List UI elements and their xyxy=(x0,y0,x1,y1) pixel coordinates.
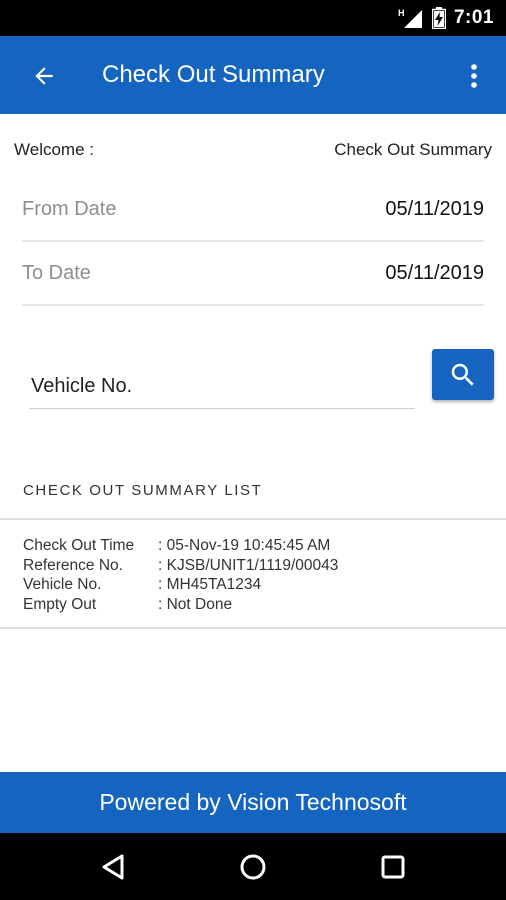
search-button[interactable] xyxy=(432,349,494,400)
welcome-row: Welcome : Check Out Summary xyxy=(14,140,492,164)
overflow-menu-button[interactable] xyxy=(462,56,486,96)
check-out-time-label: Check Out Time xyxy=(23,537,135,554)
app-bar: Check Out Summary xyxy=(0,36,506,114)
nav-recents-icon xyxy=(381,855,405,879)
search-icon xyxy=(451,363,474,386)
status-time: 7:01 xyxy=(453,7,494,28)
nav-recents-button[interactable] xyxy=(373,847,413,887)
nav-back-button[interactable] xyxy=(93,847,133,887)
vehicle-number-input[interactable] xyxy=(29,365,415,409)
to-date-field[interactable]: To Date 05/11/2019 xyxy=(22,242,484,306)
signal-icon: H xyxy=(398,8,422,28)
check-out-time-value: : 05-Nov-19 10:45:45 AM xyxy=(158,537,331,554)
list-divider-bottom xyxy=(0,627,506,629)
more-vertical-icon xyxy=(471,64,477,88)
status-icons: H 7:01 xyxy=(398,0,494,36)
to-date-label: To Date xyxy=(22,261,91,284)
record-row-empty-out: Empty Out : Not Done xyxy=(23,595,493,615)
list-divider-top xyxy=(0,518,506,520)
list-item[interactable]: Check Out Time : 05-Nov-19 10:45:45 AM R… xyxy=(23,536,493,615)
back-button[interactable] xyxy=(26,58,62,94)
nav-home-button[interactable] xyxy=(233,847,273,887)
footer-banner: Powered by Vision Technosoft xyxy=(0,772,506,833)
network-type-label: H xyxy=(398,8,405,18)
page-title: Check Out Summary xyxy=(102,61,325,88)
battery-charging-icon xyxy=(431,7,446,29)
nav-back-icon xyxy=(102,854,124,880)
footer-text: Powered by Vision Technosoft xyxy=(99,789,407,815)
screen-name-label: Check Out Summary xyxy=(334,140,492,159)
empty-out-value: : Not Done xyxy=(158,596,233,614)
record-row-vehicle-no: Vehicle No. : MH45TA1234 xyxy=(23,575,493,595)
nav-home-icon xyxy=(240,854,266,880)
reference-no-value: : KJSB/UNIT1/1119/00043 xyxy=(158,556,339,574)
list-header: CHECK OUT SUMMARY LIST xyxy=(23,482,263,499)
vehicle-no-label: Vehicle No. xyxy=(23,576,102,594)
record-row-check-out-time: Check Out Time : 05-Nov-19 10:45:45 AM xyxy=(23,536,493,556)
status-bar: H 7:01 xyxy=(0,0,506,36)
arrow-back-icon xyxy=(35,67,53,85)
reference-no-label: Reference No. xyxy=(23,556,123,574)
empty-out-label: Empty Out xyxy=(23,596,97,614)
to-date-value[interactable]: 05/11/2019 xyxy=(385,262,484,285)
from-date-label: From Date xyxy=(22,197,117,220)
system-nav-bar xyxy=(0,833,506,900)
welcome-label: Welcome : xyxy=(14,140,94,159)
from-date-field[interactable]: From Date 05/11/2019 xyxy=(22,178,484,242)
from-date-value[interactable]: 05/11/2019 xyxy=(385,198,484,221)
record-row-reference-no: Reference No. : KJSB/UNIT1/1119/00043 xyxy=(23,556,493,576)
vehicle-no-value: : MH45TA1234 xyxy=(158,576,262,594)
